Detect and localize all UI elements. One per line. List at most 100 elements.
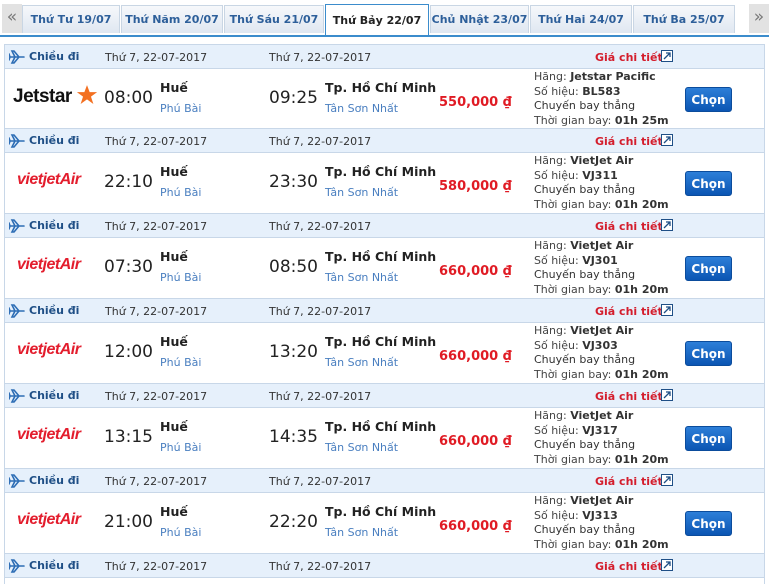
- depart-date: Thứ 7, 22-07-2017: [105, 305, 208, 318]
- direction-label: Chiều đi: [29, 559, 80, 572]
- fare-price: 660,000 ₫: [439, 434, 512, 449]
- airplane-icon: [9, 304, 25, 318]
- tab-date-3[interactable]: Thứ Sáu 21/07: [224, 5, 324, 33]
- flight-row: Chiều đi Thứ 7, 22-07-2017 Thứ 7, 22-07-…: [4, 469, 765, 554]
- external-link-icon[interactable]: [661, 219, 673, 231]
- depart-time: 21:00: [104, 512, 153, 532]
- depart-city: Huế: [160, 80, 188, 95]
- select-flight-button[interactable]: Chọn: [685, 511, 732, 536]
- flight-no-label: Số hiệu:: [534, 84, 579, 98]
- flight-header: Chiều đi Thứ 7, 22-07-2017 Thứ 7, 22-07-…: [5, 214, 764, 238]
- duration-label: Thời gian bay:: [534, 452, 612, 466]
- external-link-icon[interactable]: [661, 50, 673, 62]
- external-link-icon[interactable]: [661, 134, 673, 146]
- tab-date-2[interactable]: Thứ Năm 20/07: [121, 5, 223, 33]
- direction-label: Chiều đi: [29, 134, 80, 147]
- direction-label: Chiều đi: [29, 304, 80, 317]
- tab-date-6[interactable]: Thứ Hai 24/07: [530, 5, 632, 33]
- price-detail-link[interactable]: Giá chi tiết: [595, 51, 663, 64]
- external-link-icon[interactable]: [661, 389, 673, 401]
- select-flight-button[interactable]: Chọn: [685, 171, 732, 196]
- fare-price: 660,000 ₫: [439, 349, 512, 364]
- next-week-button[interactable]: »: [749, 4, 769, 33]
- flight-header: Chiều đi Thứ 7, 22-07-2017 Thứ 7, 22-07-…: [5, 299, 764, 323]
- arrive-city: Tp. Hồ Chí Minh: [325, 504, 437, 519]
- flight-no-label: Số hiệu:: [534, 508, 579, 522]
- arrive-time: 13:20: [269, 342, 318, 362]
- flight-row: Chiều đi Thứ 7, 22-07-2017 Thứ 7, 22-07-…: [4, 44, 765, 129]
- vietjet-logo-text: vietjetAir: [17, 171, 81, 188]
- depart-date: Thứ 7, 22-07-2017: [105, 51, 208, 64]
- arrive-date: Thứ 7, 22-07-2017: [269, 220, 372, 233]
- flight-row: Chiều đi Thứ 7, 22-07-2017 Thứ 7, 22-07-…: [4, 129, 765, 214]
- depart-airport: Phú Bài: [160, 271, 202, 284]
- flight-duration: 01h 20m: [614, 197, 669, 211]
- depart-time: 12:00: [104, 342, 153, 362]
- arrive-date: Thứ 7, 22-07-2017: [269, 475, 372, 488]
- tab-date-7[interactable]: Thứ Ba 25/07: [633, 5, 735, 33]
- select-flight-button[interactable]: Chọn: [685, 426, 732, 451]
- flight-info: Hãng: Jetstar Pacific Số hiệu: BL583 Chu…: [534, 70, 684, 128]
- flight-body: vietjetAir 12:00 Huế Phú Bài 13:20 Tp. H…: [5, 323, 764, 384]
- select-flight-button[interactable]: Chọn: [685, 87, 732, 112]
- arrive-time: 22:20: [269, 512, 318, 532]
- depart-time: 13:15: [104, 427, 153, 447]
- external-link-icon[interactable]: [661, 559, 673, 571]
- airline-name: VietJet Air: [570, 409, 634, 422]
- tab-date-5[interactable]: Chủ Nhật 23/07: [430, 5, 529, 33]
- arrive-city: Tp. Hồ Chí Minh: [325, 334, 437, 349]
- external-link-icon[interactable]: [661, 474, 673, 486]
- airline-name: VietJet Air: [570, 154, 634, 167]
- external-link-icon[interactable]: [661, 304, 673, 316]
- price-detail-link[interactable]: Giá chi tiết: [595, 220, 663, 233]
- airline-label: Hãng:: [534, 494, 567, 507]
- depart-time: 08:00: [104, 88, 153, 108]
- flight-duration: 01h 20m: [614, 282, 669, 296]
- flight-header: Chiều đi Thứ 7, 22-07-2017 Thứ 7, 22-07-…: [5, 129, 764, 153]
- select-flight-button[interactable]: Chọn: [685, 256, 732, 281]
- flight-duration: 01h 20m: [614, 367, 669, 381]
- price-detail-link[interactable]: Giá chi tiết: [595, 305, 663, 318]
- flight-row: Chiều đi Thứ 7, 22-07-2017 Thứ 7, 22-07-…: [4, 384, 765, 469]
- arrive-airport: Tân Sơn Nhất: [325, 441, 399, 454]
- prev-week-button[interactable]: «: [2, 4, 22, 33]
- price-detail-link[interactable]: Giá chi tiết: [595, 475, 663, 488]
- airline-name: VietJet Air: [570, 494, 634, 507]
- airplane-icon: [9, 219, 25, 233]
- tab-date-1[interactable]: Thứ Tư 19/07: [22, 5, 120, 33]
- arrive-airport: Tân Sơn Nhất: [325, 102, 399, 115]
- arrive-date: Thứ 7, 22-07-2017: [269, 305, 372, 318]
- airplane-icon: [9, 134, 25, 148]
- select-flight-button[interactable]: Chọn: [685, 341, 732, 366]
- vietjet-logo-text: vietjetAir: [17, 256, 81, 273]
- vietjet-logo: vietjetAir: [13, 507, 98, 535]
- airline-name: VietJet Air: [570, 239, 634, 252]
- arrive-city: Tp. Hồ Chí Minh: [325, 164, 437, 179]
- flight-info: Hãng: VietJet Air Số hiệu: VJ303 Chuyến …: [534, 324, 684, 382]
- airplane-icon: [9, 559, 25, 573]
- flight-no-label: Số hiệu:: [534, 168, 579, 182]
- depart-date: Thứ 7, 22-07-2017: [105, 390, 208, 403]
- airline-label: Hãng:: [534, 154, 567, 167]
- depart-city: Huế: [160, 419, 188, 434]
- flight-type: Chuyến bay thẳng: [534, 438, 636, 451]
- arrive-date: Thứ 7, 22-07-2017: [269, 135, 372, 148]
- flight-number: VJ317: [582, 423, 618, 437]
- price-detail-link[interactable]: Giá chi tiết: [595, 390, 663, 403]
- vietjet-logo: vietjetAir: [13, 337, 98, 365]
- arrive-airport: Tân Sơn Nhất: [325, 271, 399, 284]
- flight-body: vietjetAir 13:15 Huế Phú Bài 14:35 Tp. H…: [5, 408, 764, 469]
- flight-header: Chiều đi Thứ 7, 22-07-2017 Thứ 7, 22-07-…: [5, 45, 764, 69]
- airline-name: VietJet Air: [570, 324, 634, 337]
- arrive-airport: Tân Sơn Nhất: [325, 356, 399, 369]
- price-detail-link[interactable]: Giá chi tiết: [595, 560, 663, 573]
- flight-number: VJ301: [582, 253, 618, 267]
- fare-price: 580,000 ₫: [439, 179, 512, 194]
- vietjet-logo-text: vietjetAir: [17, 426, 81, 443]
- direction-label: Chiều đi: [29, 474, 80, 487]
- price-detail-link[interactable]: Giá chi tiết: [595, 135, 663, 148]
- fare-price: 660,000 ₫: [439, 264, 512, 279]
- tab-date-4-active[interactable]: Thứ Bảy 22/07: [325, 4, 429, 37]
- flight-number: BL583: [582, 84, 621, 98]
- flight-duration: 01h 20m: [614, 452, 669, 466]
